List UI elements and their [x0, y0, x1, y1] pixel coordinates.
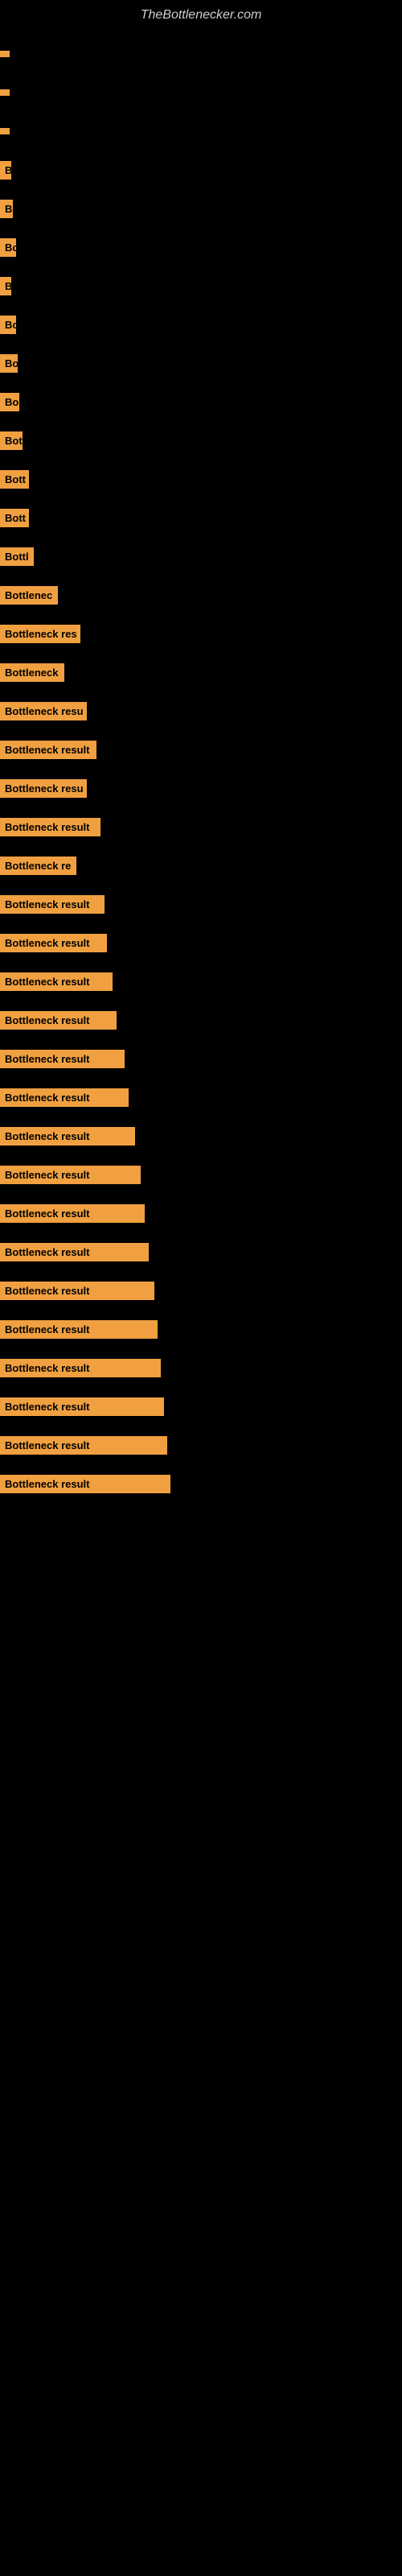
bottleneck-label: Bottl — [0, 547, 34, 566]
list-item: Bottleneck result — [0, 811, 402, 843]
bottleneck-label: Bottleneck result — [0, 972, 113, 991]
entries-container: B B Bo B Bo Bo Bo Bot Bott Bott Bottl Bottlenec Bott… — [0, 27, 402, 1511]
bottleneck-label — [0, 128, 10, 134]
bottleneck-label: Bottleneck result — [0, 1088, 129, 1107]
bottleneck-label: Bottleneck result — [0, 1436, 167, 1455]
bottleneck-label: Bottleneck resu — [0, 779, 87, 798]
bottleneck-label: Bottleneck result — [0, 1282, 154, 1300]
list-item: Bottleneck result — [0, 1158, 402, 1191]
list-item: Bottleneck result — [0, 1313, 402, 1345]
bottleneck-label: Bottleneck result — [0, 741, 96, 759]
list-item: Bottleneck resu — [0, 695, 402, 727]
bottleneck-label: Bottleneck resu — [0, 702, 87, 720]
bottleneck-label: Bo — [0, 238, 16, 257]
bottleneck-label: Bot — [0, 431, 23, 450]
list-item: Bottleneck re — [0, 849, 402, 881]
list-item: Bottleneck res — [0, 617, 402, 650]
list-item — [0, 115, 402, 147]
bottleneck-label: Bottleneck result — [0, 1397, 164, 1416]
list-item: Bottleneck — [0, 656, 402, 688]
bottleneck-label: Bottleneck result — [0, 1243, 149, 1261]
list-item: B — [0, 192, 402, 225]
list-item: Bottleneck result — [0, 1004, 402, 1036]
list-item: Bott — [0, 463, 402, 495]
list-item: Bottleneck result — [0, 927, 402, 959]
list-item: Bottleneck result — [0, 1197, 402, 1229]
list-item: Bottleneck result — [0, 1120, 402, 1152]
bottleneck-label: Bottleneck result — [0, 1320, 158, 1339]
bottleneck-label: Bottleneck result — [0, 1204, 145, 1223]
list-item: Bo — [0, 347, 402, 379]
list-item: Bottleneck result — [0, 1274, 402, 1307]
list-item: Bo — [0, 386, 402, 418]
bottleneck-label: Bottleneck result — [0, 1050, 125, 1068]
bottleneck-label: Bo — [0, 354, 18, 373]
list-item: Bott — [0, 502, 402, 534]
bottleneck-label: Bottlenec — [0, 586, 58, 605]
list-item: Bottleneck result — [0, 888, 402, 920]
bottleneck-label: Bo — [0, 316, 16, 334]
bottleneck-label: Bottleneck — [0, 663, 64, 682]
list-item: Bot — [0, 424, 402, 456]
list-item: Bottleneck result — [0, 1429, 402, 1461]
bottleneck-label — [0, 89, 10, 96]
bottleneck-label: Bottleneck res — [0, 625, 80, 643]
bottleneck-label: Bottleneck result — [0, 934, 107, 952]
list-item: B — [0, 270, 402, 302]
list-item: Bo — [0, 308, 402, 341]
list-item: Bottl — [0, 540, 402, 572]
bottleneck-label: Bottleneck result — [0, 1475, 170, 1493]
list-item: Bottleneck result — [0, 1468, 402, 1500]
list-item: Bottleneck result — [0, 733, 402, 766]
bottleneck-label: Bo — [0, 393, 19, 411]
site-title: TheBottlenecker.com — [0, 0, 402, 27]
list-item: Bottleneck result — [0, 1081, 402, 1113]
bottleneck-label: Bottleneck result — [0, 1011, 117, 1030]
list-item — [0, 38, 402, 70]
list-item: Bottleneck result — [0, 1042, 402, 1075]
bottleneck-label: Bottleneck result — [0, 895, 105, 914]
bottleneck-label: B — [0, 161, 11, 180]
list-item: Bottleneck result — [0, 1352, 402, 1384]
bottleneck-label — [0, 51, 10, 57]
bottleneck-label: B — [0, 277, 11, 295]
bottleneck-label: Bottleneck result — [0, 818, 100, 836]
list-item: Bottlenec — [0, 579, 402, 611]
bottleneck-label: B — [0, 200, 13, 218]
bottleneck-label: Bott — [0, 509, 29, 527]
list-item: B — [0, 154, 402, 186]
bottleneck-label: Bottleneck re — [0, 857, 76, 875]
bottleneck-label: Bott — [0, 470, 29, 489]
bottleneck-label: Bottleneck result — [0, 1359, 161, 1377]
list-item: Bottleneck result — [0, 1236, 402, 1268]
bottleneck-label: Bottleneck result — [0, 1166, 141, 1184]
list-item: Bo — [0, 231, 402, 263]
list-item: Bottleneck result — [0, 965, 402, 997]
bottleneck-label: Bottleneck result — [0, 1127, 135, 1146]
list-item: Bottleneck resu — [0, 772, 402, 804]
list-item — [0, 76, 402, 109]
list-item: Bottleneck result — [0, 1390, 402, 1422]
